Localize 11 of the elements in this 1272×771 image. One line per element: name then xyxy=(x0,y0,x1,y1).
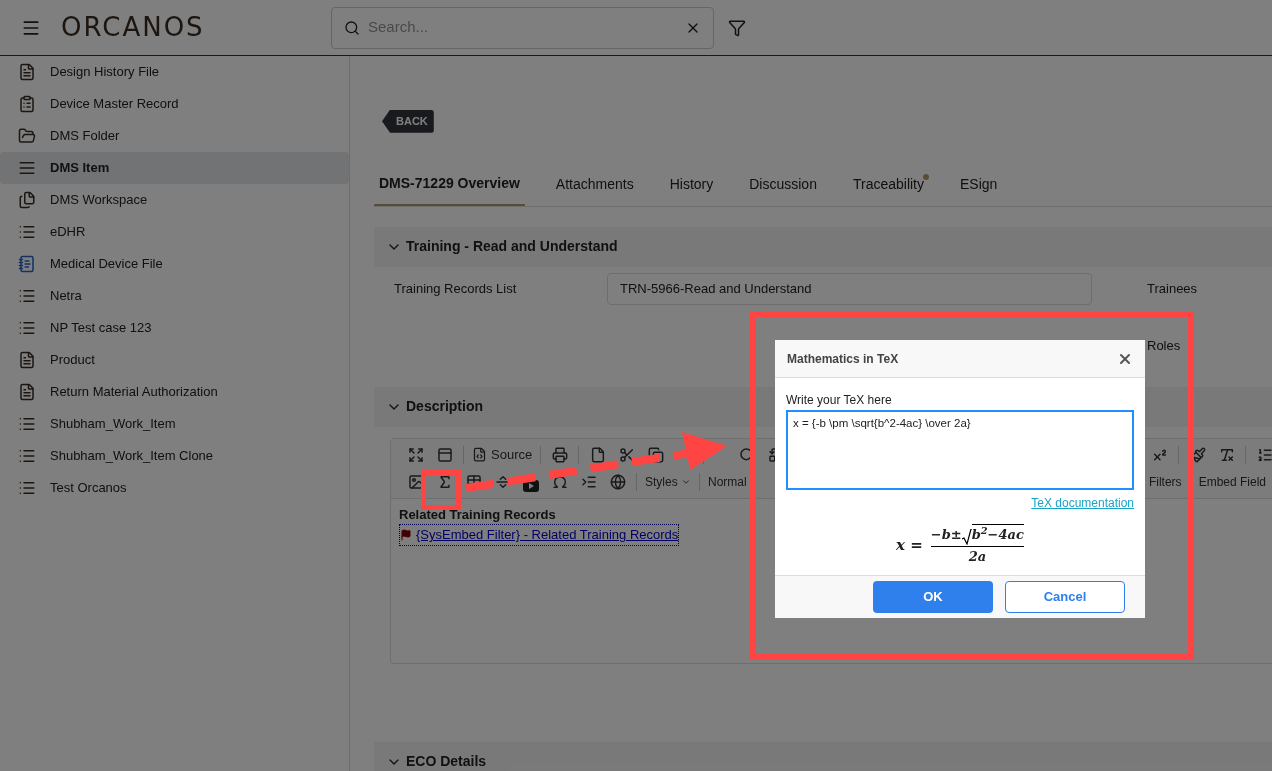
content-heading: Related Training Records xyxy=(399,505,556,524)
field-label: Training Records List xyxy=(393,279,518,298)
logo: ORCANOS xyxy=(61,11,206,44)
field-label: Trainees xyxy=(1147,279,1198,298)
section-title: Training - Read and Understand xyxy=(406,237,618,257)
section-title: ECO Details xyxy=(406,752,487,771)
formula-preview: x = −b± b$^{2}$−4ac 2a xyxy=(896,524,1024,566)
section-title: Description xyxy=(406,397,483,417)
field-label: Write your TeX here xyxy=(786,392,893,409)
field-label: Roles xyxy=(1147,337,1182,356)
dialog-title: Mathematics in TeX xyxy=(787,350,899,368)
